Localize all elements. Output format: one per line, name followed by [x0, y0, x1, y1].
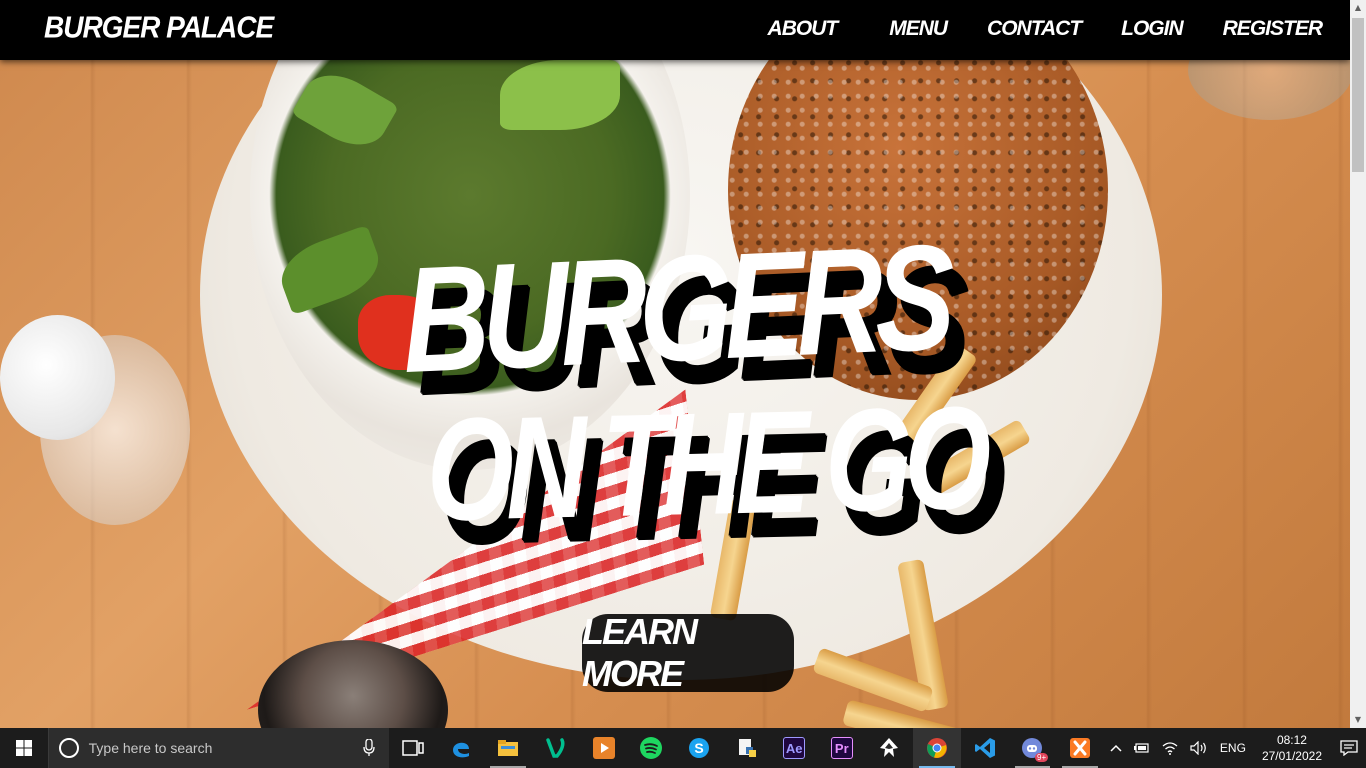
scroll-thumb[interactable]	[1352, 18, 1364, 172]
discord-icon[interactable]: 9+	[1009, 728, 1057, 768]
after-effects-icon[interactable]: Ae	[770, 728, 818, 768]
nav-link-menu[interactable]: MENU	[889, 17, 948, 41]
learn-more-button[interactable]: LEARN MORE	[582, 611, 794, 694]
battery-icon[interactable]	[1128, 742, 1156, 754]
volume-icon[interactable]	[1184, 741, 1214, 755]
windows-logo-icon	[15, 740, 32, 756]
system-clock[interactable]: 08:12 27/01/2022	[1252, 732, 1332, 764]
cortana-icon	[58, 738, 79, 758]
spotify-icon[interactable]	[627, 728, 675, 768]
svg-text:S: S	[694, 740, 703, 756]
show-hidden-icons-chevron-icon[interactable]	[1104, 744, 1128, 752]
brand-logo[interactable]: BURGER PALACE	[44, 11, 274, 46]
xampp-icon[interactable]	[1056, 728, 1104, 768]
language-indicator[interactable]: ENG	[1214, 741, 1252, 755]
windows-taskbar: Type here to search S Ae Pr 9+ ENG 08:12…	[0, 728, 1366, 768]
skype-icon[interactable]: S	[675, 728, 723, 768]
inkscape-icon[interactable]	[866, 728, 914, 768]
clock-time: 08:12	[1276, 733, 1307, 747]
search-placeholder: Type here to search	[88, 740, 213, 756]
nav-links: ABOUT MENU CONTACT LOGIN REGISTER	[728, 17, 1323, 41]
vscode-icon[interactable]	[961, 728, 1009, 768]
nav-link-about[interactable]: ABOUT	[768, 17, 839, 41]
page-scrollbar[interactable]: ▲ ▼	[1350, 0, 1366, 728]
task-view-icon[interactable]	[389, 728, 437, 768]
action-center-icon[interactable]	[1332, 728, 1366, 768]
navbar: BURGER PALACE ABOUT MENU CONTACT LOGIN R…	[0, 0, 1350, 60]
vine-icon[interactable]	[532, 728, 580, 768]
hero-section: BURGERS ON THE GO LEARN MORE	[0, 60, 1350, 728]
nav-link-login[interactable]: LOGIN	[1121, 17, 1183, 41]
drinking-glass-image	[1188, 60, 1350, 120]
chrome-icon[interactable]	[913, 728, 961, 768]
scroll-up-arrow-icon[interactable]: ▲	[1350, 0, 1366, 16]
nav-link-contact[interactable]: CONTACT	[987, 17, 1082, 41]
media-player-icon[interactable]	[580, 728, 628, 768]
edge-icon[interactable]	[437, 728, 485, 768]
nav-link-register[interactable]: REGISTER	[1223, 17, 1323, 41]
clock-date: 27/01/2022	[1261, 749, 1322, 763]
discord-notification-badge: 9+	[1035, 753, 1049, 762]
file-explorer-icon[interactable]	[484, 728, 532, 768]
scroll-down-arrow-icon[interactable]: ▼	[1350, 712, 1366, 728]
taskbar-search-box[interactable]: Type here to search	[47, 728, 390, 768]
wifi-icon[interactable]	[1156, 741, 1184, 755]
microphone-icon[interactable]	[363, 739, 375, 757]
start-button[interactable]	[0, 728, 48, 768]
premiere-pro-icon[interactable]: Pr	[818, 728, 866, 768]
salad-leaf-image	[500, 60, 620, 130]
system-tray: ENG 08:12 27/01/2022	[1104, 728, 1366, 768]
hero-headline-line2: ON THE GO	[425, 376, 985, 552]
python-idle-icon[interactable]	[723, 728, 771, 768]
